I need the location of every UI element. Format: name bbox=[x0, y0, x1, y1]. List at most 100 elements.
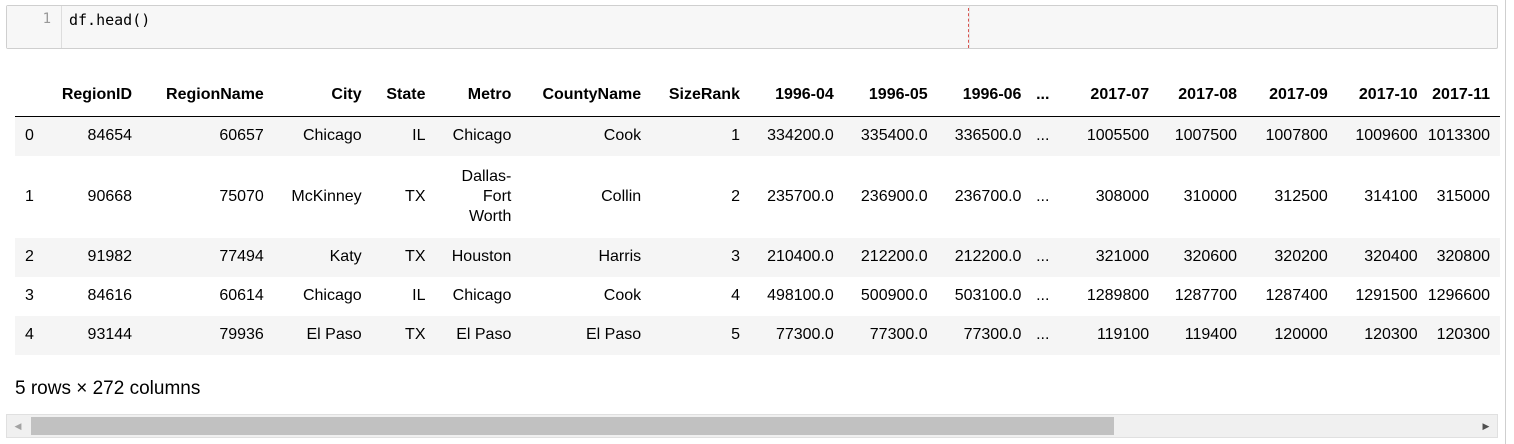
dataframe-table: RegionID RegionName City State Metro Cou… bbox=[15, 74, 1500, 355]
table-cell: 314100 bbox=[1364, 187, 1418, 205]
table-cell: 4 bbox=[25, 326, 34, 343]
table-header-row: RegionID RegionName City State Metro Cou… bbox=[15, 74, 1500, 117]
table-cell: IL bbox=[412, 127, 426, 145]
code-cell-input[interactable]: 1 df.head() bbox=[6, 5, 1498, 49]
metro-line: Worth bbox=[468, 207, 512, 225]
table-cell: 1013300 bbox=[1427, 127, 1490, 145]
table-cell: TX bbox=[405, 248, 426, 265]
table-cell: 3 bbox=[25, 287, 34, 304]
table-cell: 1 bbox=[731, 127, 740, 145]
column-ruler-shadow bbox=[969, 6, 970, 48]
table-cell: 1296600 bbox=[1427, 287, 1490, 304]
table-cell: ... bbox=[1036, 187, 1050, 205]
dataframe-shape-summary: 5 rows × 272 columns bbox=[15, 378, 201, 399]
table-cell: Cook bbox=[603, 287, 642, 304]
table-cell: 236700.0 bbox=[954, 187, 1022, 205]
table-cell: 1289800 bbox=[1086, 287, 1150, 304]
table-cell: 1287400 bbox=[1265, 287, 1328, 304]
table-cell: Collin bbox=[601, 187, 642, 205]
table-cell: 235700.0 bbox=[767, 187, 834, 205]
table-cell: Houston bbox=[451, 248, 512, 265]
table-cell: ... bbox=[1036, 127, 1050, 145]
table-cell: El Paso bbox=[456, 326, 512, 343]
table-cell: 320400 bbox=[1364, 248, 1418, 265]
table-cell: 0 bbox=[25, 127, 34, 145]
line-number: 1 bbox=[42, 11, 51, 27]
column-header: RegionID bbox=[61, 74, 143, 117]
table-cell: Cook bbox=[603, 127, 642, 145]
table-cell: 79936 bbox=[219, 326, 264, 343]
table-cell: 60657 bbox=[219, 127, 264, 145]
table-cell: 77300.0 bbox=[963, 326, 1022, 343]
table-cell: 77300.0 bbox=[775, 326, 834, 343]
table-cell: 498100.0 bbox=[767, 287, 834, 304]
table-cell: 308000 bbox=[1095, 187, 1150, 205]
column-header: ... bbox=[1031, 74, 1060, 117]
column-header: 2017-07 bbox=[1059, 74, 1160, 117]
table-cell: 320200 bbox=[1274, 248, 1328, 265]
column-header bbox=[15, 74, 62, 117]
table-cell: 60614 bbox=[219, 287, 264, 304]
table-cell: 91982 bbox=[87, 248, 133, 265]
cell-output: RegionID RegionName City State Metro Cou… bbox=[15, 74, 1500, 355]
table-row: 1 90668 75070 McKinney TX Dallas- Fort W… bbox=[15, 156, 1500, 238]
table-cell: 3 bbox=[731, 248, 740, 265]
metro-line: Fort bbox=[482, 187, 512, 205]
table-cell: 1007500 bbox=[1174, 127, 1237, 145]
horizontal-scrollbar[interactable]: ◀ ▶ bbox=[6, 414, 1498, 438]
table-cell: Harris bbox=[598, 248, 642, 265]
table-cell: 119100 bbox=[1096, 326, 1150, 343]
table-cell: McKinney bbox=[291, 187, 362, 205]
table-cell: 93144 bbox=[87, 326, 133, 343]
scrollbar-thumb[interactable] bbox=[31, 417, 1114, 435]
table-cell: ... bbox=[1036, 248, 1050, 265]
column-header: City bbox=[273, 74, 372, 117]
column-header: 2017-11 bbox=[1427, 74, 1500, 117]
table-cell: ... bbox=[1036, 326, 1050, 343]
table-cell: 120300 bbox=[1436, 326, 1490, 343]
table-cell: 320800 bbox=[1436, 248, 1490, 265]
code-editor-line[interactable]: df.head() bbox=[69, 11, 150, 29]
table-cell: 4 bbox=[731, 287, 740, 304]
table-cell: 500900.0 bbox=[860, 287, 928, 304]
table-cell: 1009600 bbox=[1355, 127, 1418, 145]
table-row: 2 91982 77494 Katy TX Houston Harris 3 2… bbox=[15, 237, 1500, 277]
table-cell: 1005500 bbox=[1086, 127, 1150, 145]
column-header: 2017-09 bbox=[1246, 74, 1338, 117]
scroll-right-icon[interactable]: ▶ bbox=[1475, 415, 1497, 437]
table-cell: 1287700 bbox=[1174, 287, 1237, 304]
table-cell: 212200.0 bbox=[954, 248, 1022, 265]
column-header: 2017-10 bbox=[1337, 74, 1428, 117]
table-cell: 310000 bbox=[1183, 187, 1237, 205]
metro-line: Dallas- bbox=[461, 167, 512, 185]
table-cell: 1007800 bbox=[1265, 127, 1328, 145]
table-cell: 90668 bbox=[87, 187, 133, 205]
table-cell: 84654 bbox=[87, 127, 133, 145]
notebook-right-border bbox=[1505, 0, 1506, 444]
table-cell: 1 bbox=[25, 187, 34, 205]
table-cell: Chicago bbox=[452, 127, 512, 145]
table-cell: 312500 bbox=[1274, 187, 1328, 205]
table-cell: 84616 bbox=[87, 287, 133, 304]
table-cell: 503100.0 bbox=[954, 287, 1022, 304]
scroll-left-icon[interactable]: ◀ bbox=[7, 415, 29, 437]
table-cell: 77494 bbox=[219, 248, 264, 265]
table-cell: 334200.0 bbox=[767, 127, 834, 145]
table-cell: 2 bbox=[731, 187, 740, 205]
table-cell: 210400.0 bbox=[767, 248, 834, 265]
table-cell: 77300.0 bbox=[869, 326, 928, 343]
column-header: SizeRank bbox=[651, 74, 750, 117]
table-cell: 335400.0 bbox=[860, 127, 928, 145]
table-cell: 120000 bbox=[1274, 326, 1328, 343]
table-row: 0 84654 60657 Chicago IL Chicago Cook 1 … bbox=[15, 116, 1500, 156]
table-cell: 336500.0 bbox=[954, 127, 1022, 145]
table-cell: 75070 bbox=[219, 187, 264, 205]
table-cell: 320600 bbox=[1183, 248, 1237, 265]
column-header: 1996-04 bbox=[749, 74, 844, 117]
table-cell: 2 bbox=[25, 248, 34, 265]
table-cell-metro: Dallas- Fort Worth bbox=[436, 156, 522, 238]
table-cell: Katy bbox=[329, 248, 362, 265]
table-cell: ... bbox=[1036, 287, 1050, 304]
table-cell: 1291500 bbox=[1355, 287, 1418, 304]
column-header: 1996-06 bbox=[937, 74, 1032, 117]
